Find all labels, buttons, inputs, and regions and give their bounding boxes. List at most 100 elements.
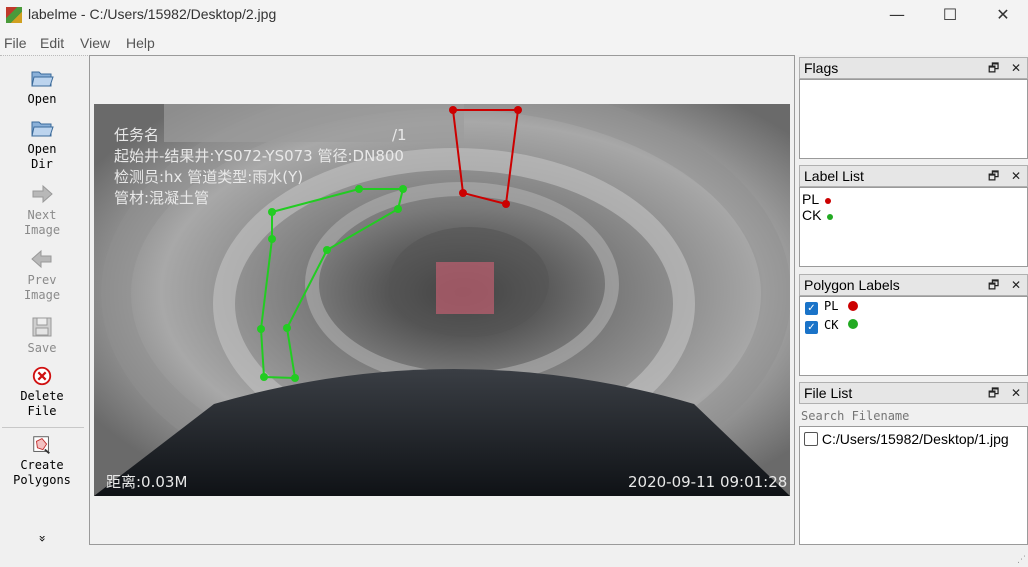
tool-bar: Open Open Dir Next Image Prev Image Save — [0, 55, 88, 546]
float-icon[interactable]: 🗗 — [988, 58, 999, 78]
open-dir-label-2: Dir — [31, 157, 53, 171]
list-item[interactable]: CK — [802, 207, 834, 223]
polygon-labels-dock-title: Polygon Labels 🗗 ✕ — [799, 274, 1028, 296]
folder-open-icon — [31, 71, 54, 87]
open-button[interactable]: Open — [0, 66, 84, 107]
create-polygons-button[interactable]: Create Polygons — [0, 434, 84, 488]
resize-grip-icon[interactable]: ⋰ — [1017, 555, 1026, 565]
next-image-label-1: Next — [27, 208, 57, 222]
menu-view[interactable]: View — [80, 35, 110, 51]
polygon-vertex[interactable] — [502, 200, 510, 208]
label-list-dock-title: Label List 🗗 ✕ — [799, 165, 1028, 187]
status-bar: ⋰ — [0, 545, 1028, 567]
create-polygons-label-1: Create — [20, 458, 64, 472]
polygon-vertex[interactable] — [323, 246, 331, 254]
polygon-vertex[interactable] — [514, 106, 522, 114]
label-color-dot — [848, 301, 858, 311]
checkbox-unchecked-icon[interactable] — [804, 432, 818, 446]
float-icon[interactable]: 🗗 — [988, 383, 999, 403]
polygon-vertex[interactable] — [291, 374, 299, 382]
polygon-vertex[interactable] — [355, 185, 363, 193]
close-icon[interactable]: ✕ — [1011, 275, 1021, 295]
polygon-vertex[interactable] — [257, 325, 265, 333]
close-icon[interactable]: ✕ — [1011, 58, 1021, 78]
delete-file-button[interactable]: Delete File — [0, 365, 84, 419]
open-label: Open — [27, 92, 57, 106]
polygon-vertex[interactable] — [260, 373, 268, 381]
label-list-title: Label List — [804, 168, 864, 184]
open-dir-label-1: Open — [27, 142, 57, 156]
label-color-dot — [827, 214, 834, 220]
menu-file[interactable]: File — [4, 35, 27, 51]
menu-bar: File Edit View Help — [0, 31, 1028, 55]
next-image-label-2: Image — [23, 223, 61, 237]
title-bar: labelme - C:/Users/15982/Desktop/2.jpg —… — [0, 0, 1028, 31]
label-name: CK — [802, 207, 822, 223]
save-button[interactable]: Save — [0, 315, 84, 356]
prev-image-label-1: Prev — [27, 273, 57, 287]
folder-open-icon — [31, 121, 54, 137]
label-list[interactable]: PL CK — [799, 187, 1028, 267]
arrow-left-icon — [31, 249, 52, 269]
label-name: PL — [802, 191, 819, 207]
save-label: Save — [27, 341, 57, 355]
maximize-button[interactable]: ☐ — [927, 0, 973, 31]
delete-file-label-1: Delete — [20, 389, 64, 403]
polygon-vertex[interactable] — [268, 208, 276, 216]
polygon-labels-title: Polygon Labels — [804, 277, 900, 293]
file-list-title: File List — [804, 385, 853, 401]
menu-help[interactable]: Help — [126, 35, 155, 51]
window-title: labelme - C:/Users/15982/Desktop/2.jpg — [28, 6, 277, 22]
file-list[interactable]: C:/Users/15982/Desktop/1.jpg — [799, 426, 1028, 545]
create-polygons-label-2: Polygons — [13, 473, 71, 487]
labelme-app-icon — [6, 7, 22, 23]
overlay-task-suffix: /1 — [392, 126, 407, 144]
close-icon[interactable]: ✕ — [1011, 383, 1021, 403]
flags-title: Flags — [804, 60, 839, 76]
label-color-dot — [824, 198, 831, 204]
close-icon[interactable]: ✕ — [1011, 166, 1021, 186]
flags-list[interactable] — [799, 79, 1028, 159]
arrow-right-icon — [32, 184, 53, 204]
overlay-timestamp: 2020-09-11 09:01:28 — [628, 473, 787, 491]
polygon-draw-icon — [33, 436, 50, 454]
overlay-wells: 起始井-结果井:YS072-YS073 管径:DN800 — [114, 147, 404, 165]
overlay-distance: 距离:0.03M — [106, 473, 187, 491]
polygon-labels-list[interactable]: ✓ PL ✓ CK — [799, 296, 1028, 376]
flags-dock-title: Flags 🗗 ✕ — [799, 57, 1028, 79]
overlay-material: 管材:混凝土管 — [114, 189, 209, 207]
polygon-vertex[interactable] — [283, 324, 291, 332]
search-filename-input[interactable] — [801, 407, 1025, 425]
toolbar-overflow-button[interactable]: » — [35, 534, 50, 544]
file-path: C:/Users/15982/Desktop/1.jpg — [821, 431, 1009, 447]
close-window-button[interactable]: ✕ — [980, 0, 1026, 31]
polygon-vertex[interactable] — [399, 185, 407, 193]
toolbar-divider — [2, 427, 84, 428]
label-color-dot — [848, 319, 858, 329]
pipe-image[interactable]: 任务名 /1 起始井-结果井:YS072-YS073 管径:DN800 检测员:… — [94, 104, 790, 496]
minimize-button[interactable]: — — [874, 0, 920, 31]
list-item[interactable]: C:/Users/15982/Desktop/1.jpg — [804, 431, 1009, 447]
prev-image-button[interactable]: Prev Image — [0, 247, 84, 303]
file-list-dock-title: File List 🗗 ✕ — [799, 382, 1028, 404]
list-item[interactable]: PL — [802, 191, 831, 207]
open-dir-button[interactable]: Open Dir — [0, 116, 84, 172]
delete-file-label-2: File — [27, 404, 57, 418]
checkbox-checked-icon[interactable]: ✓ — [805, 321, 818, 334]
prev-image-label-2: Image — [23, 288, 61, 302]
polygon-label-name: PL — [824, 299, 839, 313]
polygon-vertex[interactable] — [459, 189, 467, 197]
overlay-inspector: 检测员:hx 管道类型:雨水(Y) — [114, 168, 303, 186]
float-icon[interactable]: 🗗 — [988, 275, 999, 295]
float-icon[interactable]: 🗗 — [988, 166, 999, 186]
polygon-vertex[interactable] — [268, 235, 276, 243]
next-image-button[interactable]: Next Image — [0, 182, 84, 238]
save-disk-icon — [32, 317, 52, 337]
overlay-task-name: 任务名 — [114, 126, 159, 144]
polygon-vertex[interactable] — [394, 205, 402, 213]
delete-circle-icon — [32, 366, 52, 386]
polygon-label-name: CK — [824, 318, 839, 332]
checkbox-checked-icon[interactable]: ✓ — [805, 302, 818, 315]
polygon-vertex[interactable] — [449, 106, 457, 114]
menu-edit[interactable]: Edit — [40, 35, 64, 51]
